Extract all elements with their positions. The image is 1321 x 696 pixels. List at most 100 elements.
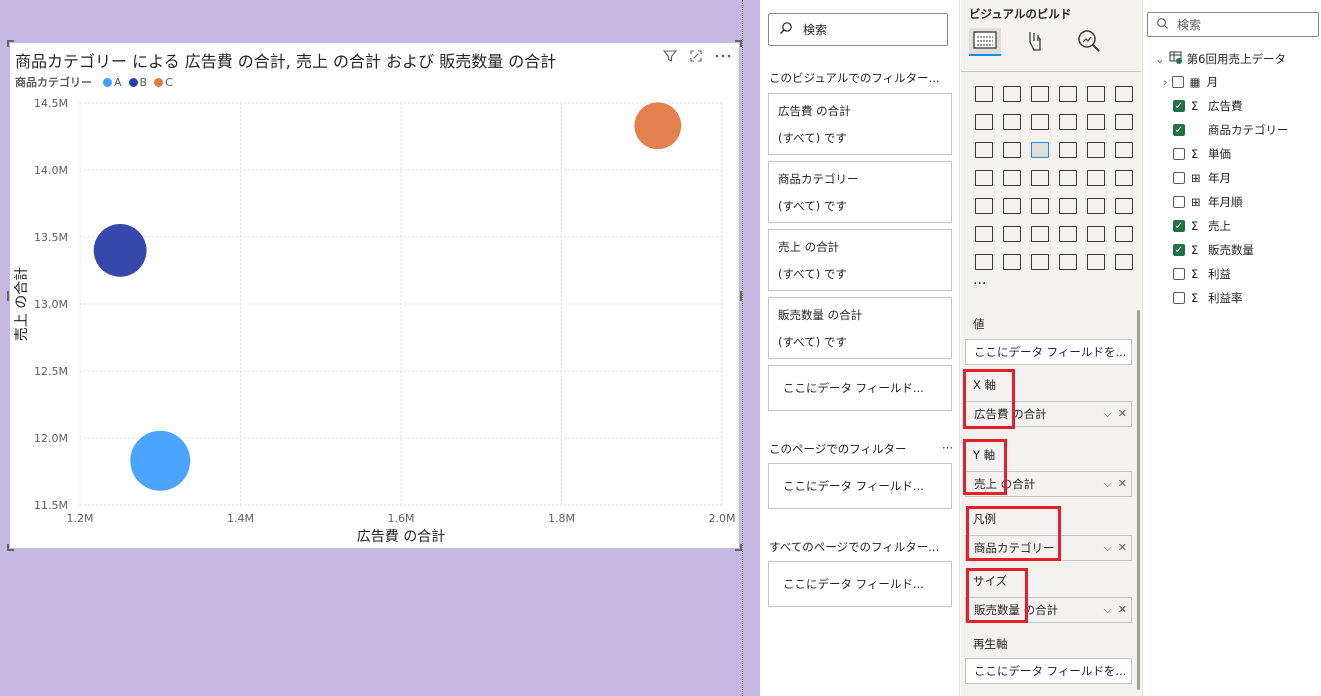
filter-card-sales[interactable]: 売上 の合計 (すべて) です [768,229,952,291]
area-visual-icon[interactable] [998,108,1026,136]
field-item[interactable]: Σ 利益率 [1173,290,1243,306]
remove-field-icon[interactable]: ✕ [1118,477,1127,491]
treemap-visual-icon[interactable] [1110,136,1138,164]
field-checkbox[interactable] [1171,76,1184,88]
stacked-column-visual-icon[interactable] [998,80,1026,108]
key-influencers-visual-icon[interactable] [998,220,1026,248]
arcgis-visual-icon[interactable] [1054,248,1082,276]
decomposition-tree-visual-icon[interactable] [1026,220,1054,248]
map-visual-icon[interactable] [970,164,998,192]
x-tick-label: 1.8M [548,512,575,525]
remove-field-icon[interactable]: ✕ [1118,407,1127,421]
narrative-visual-icon[interactable] [1082,220,1110,248]
field-checkbox[interactable] [1173,148,1185,160]
well-play-axis-drop[interactable]: ここにデータ フィールドを... [965,658,1132,684]
gauge-glyph [1087,170,1105,186]
field-checkbox[interactable]: ✓ [1173,244,1185,256]
page-filters-more-icon[interactable]: ··· [942,441,953,457]
100-bar-visual-icon[interactable] [1082,80,1110,108]
sigma-icon: Σ [1191,219,1199,233]
r-visual-visual-icon[interactable] [1110,192,1138,220]
tab-build-visual[interactable] [969,28,1001,56]
pane-scrollbar[interactable] [1137,310,1140,690]
canvas-margin [743,0,760,696]
power-automate-visual-icon[interactable] [1026,248,1054,276]
qa-visual-icon[interactable] [1054,220,1082,248]
line-clustered-visual-icon[interactable] [1082,108,1110,136]
tab-analytics[interactable] [1073,28,1105,56]
scatter-visual-icon[interactable] [1026,136,1054,164]
field-checkbox[interactable]: ✓ [1173,220,1185,232]
diamond-visual-icon[interactable] [1082,248,1110,276]
fields-search-input[interactable]: 検索 [1147,12,1319,37]
table-visual-icon[interactable] [1054,192,1082,220]
tab-format-visual[interactable] [1021,28,1053,56]
waterfall-visual-icon[interactable] [970,136,998,164]
chevron-down-icon[interactable]: ⌵ [1103,541,1111,555]
line-column-visual-icon[interactable] [1054,108,1082,136]
stacked-area-visual-icon[interactable] [1026,108,1054,136]
field-item[interactable]: ✓ Σ 売上 [1173,218,1231,234]
field-item[interactable]: ⊞ 年月 [1173,170,1231,186]
build-visual-icon [972,29,998,54]
bubble-b[interactable] [93,224,147,277]
more-visuals-icon[interactable]: ··· [973,276,986,292]
filters-search-input[interactable]: 検索 [768,13,948,46]
matrix-visual-icon[interactable] [1082,192,1110,220]
power-apps-visual-icon[interactable] [998,248,1026,276]
all-pages-filter-drop-zone[interactable]: ここにデータ フィールド... [768,561,952,607]
paginated-visual-icon[interactable] [970,248,998,276]
remove-field-icon[interactable]: ✕ [1118,603,1127,617]
metrics-visual-icon[interactable] [1110,220,1138,248]
field-checkbox[interactable]: ✓ [1173,100,1185,112]
filter-card-category[interactable]: 商品カテゴリー (すべて) です [768,161,952,223]
clustered-bar-visual-icon[interactable] [1026,80,1054,108]
chevron-down-icon[interactable]: ⌄ [1155,52,1165,66]
field-checkbox[interactable] [1173,196,1185,208]
field-checkbox[interactable] [1173,292,1185,304]
page-filter-drop-zone[interactable]: ここにデータ フィールド... [768,463,952,509]
field-checkbox[interactable] [1173,172,1185,184]
bubble-c[interactable] [634,102,682,150]
filter-card-ad-cost[interactable]: 広告費 の合計 (すべて) です [768,93,952,155]
shape-map-visual-icon[interactable] [1026,164,1054,192]
field-item[interactable]: ⊞ 年月順 [1173,194,1243,210]
chevron-down-icon[interactable]: ⌵ [1103,603,1111,617]
azure-map-visual-icon[interactable] [1054,164,1082,192]
card-visual-icon[interactable] [1110,164,1138,192]
funnel-visual-icon[interactable] [998,136,1026,164]
stacked-bar-visual-icon[interactable] [970,80,998,108]
field-item[interactable]: Σ 利益 [1173,266,1231,282]
clustered-column-visual-icon[interactable] [1054,80,1082,108]
kpi-visual-icon[interactable] [998,192,1026,220]
field-checkbox[interactable] [1173,268,1185,280]
bubble-a[interactable] [130,430,191,491]
100-column-visual-icon[interactable] [1110,80,1138,108]
remove-field-icon[interactable]: ✕ [1118,541,1127,555]
filled-map-visual-icon[interactable] [998,164,1026,192]
chevron-visual-icon[interactable] [1110,248,1138,276]
field-item[interactable]: Σ 単価 [1173,146,1231,162]
python-visual-visual-icon[interactable] [970,220,998,248]
slicer-visual-icon[interactable] [1026,192,1054,220]
gauge-visual-icon[interactable] [1082,164,1110,192]
line-visual-icon[interactable] [970,108,998,136]
pie-visual-icon[interactable] [1054,136,1082,164]
chevron-down-icon[interactable]: ⌵ [1103,477,1111,491]
chevron-down-icon[interactable]: ⌵ [1103,407,1111,421]
field-checkbox[interactable]: ✓ [1173,124,1185,136]
ribbon-visual-icon[interactable] [1110,108,1138,136]
scatter-chart-svg[interactable]: 11.5M 12.0M 12.5M 13.0M 13.5M 14.0M 14.5M 1.2M 1… [10,43,739,548]
field-item[interactable]: ✓ Σ 広告費 [1173,98,1243,114]
scatter-visual[interactable]: 商品カテゴリー による 広告費 の合計, 売上 の合計 および 販売数量 の合計… [7,40,742,551]
filter-card-quantity[interactable]: 販売数量 の合計 (すべて) です [768,297,952,359]
chevron-right-icon[interactable]: › [1163,75,1168,89]
table-node[interactable]: ⌄ 第6回用売上データ [1155,50,1286,67]
multi-row-card-visual-icon[interactable] [970,192,998,220]
donut-visual-icon[interactable] [1082,136,1110,164]
well-values-drop[interactable]: ここにデータ フィールドを... [965,339,1132,365]
field-item[interactable]: ✓ Σ 販売数量 [1173,242,1254,258]
field-item[interactable]: › ▦ 月 [1163,74,1218,90]
visual-filter-drop-zone[interactable]: ここにデータ フィールド... [768,365,952,411]
field-item[interactable]: ✓ 商品カテゴリー [1173,122,1289,138]
